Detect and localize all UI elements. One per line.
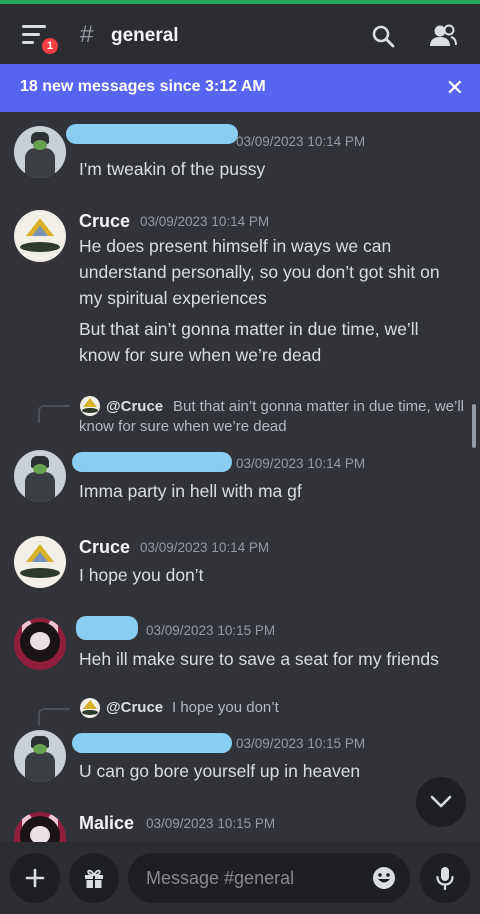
plus-icon: [25, 868, 45, 888]
message-author[interactable]: Cruce: [79, 536, 130, 558]
notification-badge: 1: [39, 35, 61, 57]
redacted-username: [66, 124, 238, 144]
message-timestamp: 03/09/2023 10:15 PM: [146, 623, 276, 638]
channel-title[interactable]: general: [111, 24, 179, 48]
avatar[interactable]: [14, 126, 66, 178]
new-messages-bar[interactable]: 18 new messages since 3:12 AM ✕: [0, 64, 480, 112]
reply-connector: [38, 405, 70, 423]
redacted-username: [76, 616, 138, 640]
message-timestamp: 03/09/2023 10:15 PM: [146, 816, 276, 831]
reply-author[interactable]: @Cruce: [106, 698, 163, 718]
gift-icon: [85, 869, 103, 888]
message-input[interactable]: Message #general: [128, 853, 410, 903]
channel-header: 1 # general: [0, 4, 480, 64]
microphone-icon: [436, 867, 454, 890]
reply-preview[interactable]: I hope you don’t: [172, 698, 279, 718]
message-timestamp: 03/09/2023 10:14 PM: [236, 134, 366, 149]
avatar[interactable]: [14, 450, 66, 502]
message-author[interactable]: Cruce: [79, 210, 130, 232]
message-text: I hope you don’t: [79, 565, 204, 585]
avatar[interactable]: [14, 536, 66, 588]
members-icon[interactable]: [429, 24, 457, 48]
message-text: But that ain’t gonna matter in due time,…: [79, 319, 419, 365]
scrollbar-thumb[interactable]: [472, 404, 476, 448]
message-timestamp: 03/09/2023 10:15 PM: [236, 736, 366, 751]
message-author[interactable]: Malice: [79, 812, 134, 834]
reply-avatar: [80, 698, 100, 718]
message-text: Heh ill make sure to save a seat for my …: [79, 649, 439, 669]
message-composer: Message #general: [0, 842, 480, 914]
chevron-down-icon: [430, 795, 452, 808]
new-messages-text: 18 new messages since 3:12 AM: [20, 78, 266, 95]
avatar[interactable]: [14, 730, 66, 782]
message-input-placeholder: Message #general: [146, 868, 295, 888]
message-timestamp: 03/09/2023 10:14 PM: [140, 214, 270, 229]
message-text: I'm tweakin of the pussy: [79, 159, 266, 179]
avatar[interactable]: [14, 618, 66, 670]
redacted-username: [72, 733, 232, 753]
message-timestamp: 03/09/2023 10:14 PM: [140, 540, 270, 555]
voice-message-button[interactable]: [420, 853, 470, 903]
emoji-icon[interactable]: [372, 866, 396, 890]
redacted-username: [72, 452, 232, 472]
reply-preview[interactable]: But that ain’t gonna matter in due time,…: [79, 397, 467, 437]
message-text: He does present himself in ways we can u…: [79, 236, 440, 308]
avatar[interactable]: [14, 210, 66, 262]
hash-icon: #: [80, 21, 94, 48]
message-list[interactable]: 03/09/2023 10:14 PM I'm tweakin of the p…: [0, 112, 480, 842]
add-attachment-button[interactable]: [10, 853, 60, 903]
message-text: U can go bore yourself up in heaven: [79, 761, 361, 781]
jump-to-bottom-button[interactable]: [416, 777, 466, 827]
avatar[interactable]: [14, 812, 66, 842]
reply-connector: [38, 708, 70, 726]
gift-button[interactable]: [69, 853, 119, 903]
message-timestamp: 03/09/2023 10:14 PM: [236, 456, 366, 471]
close-icon[interactable]: ✕: [446, 77, 464, 99]
message-text: Imma party in hell with ma gf: [79, 481, 302, 501]
search-icon[interactable]: [371, 24, 395, 48]
